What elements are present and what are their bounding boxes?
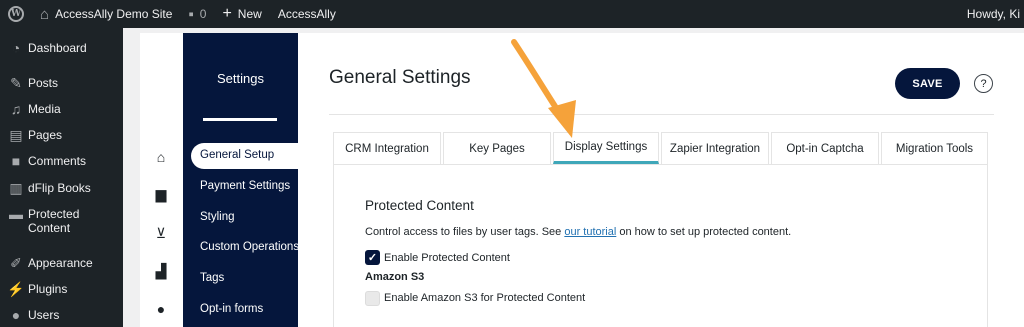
menu-item-posts[interactable]: ✎ Posts bbox=[0, 76, 123, 90]
user-icon: ● bbox=[11, 307, 21, 323]
checkmark-icon: ✓ bbox=[367, 252, 378, 264]
menu-item-dashboard[interactable]: ◔ Dashboard bbox=[0, 41, 123, 55]
menu-label: Pages bbox=[28, 128, 63, 142]
tutorial-link[interactable]: our tutorial bbox=[564, 226, 616, 238]
store-icon[interactable]: ▆ bbox=[150, 186, 172, 203]
new-content-link[interactable]: + New bbox=[214, 0, 269, 28]
menu-item-plugins[interactable]: ⚡ Plugins bbox=[0, 282, 123, 296]
settings-sidebar-title: Settings bbox=[217, 71, 264, 86]
wordpress-menu[interactable]: W bbox=[0, 0, 32, 28]
description-text-end: on how to set up protected content. bbox=[616, 226, 792, 238]
enable-protected-content-checkbox[interactable]: ✓ bbox=[365, 250, 380, 265]
chart-icon[interactable]: ▟ bbox=[150, 263, 172, 280]
enable-amazon-s3-checkbox[interactable] bbox=[365, 291, 380, 306]
settings-title-rule bbox=[203, 118, 277, 121]
settings-nav-general-setup[interactable]: General Setup bbox=[200, 149, 274, 161]
howdy-text: Howdy, Ki bbox=[966, 7, 1020, 21]
settings-nav-tags[interactable]: Tags bbox=[200, 272, 224, 284]
new-label: New bbox=[237, 7, 262, 21]
comments-count: 0 bbox=[199, 7, 207, 21]
pin-icon: ✎ bbox=[10, 75, 22, 91]
comments-link[interactable]: ▪ 0 bbox=[180, 0, 214, 28]
admin-bar: W ⌂ AccessAlly Demo Site ▪ 0 + New Acces… bbox=[0, 0, 1024, 28]
menu-label: Plugins bbox=[28, 282, 68, 296]
settings-nav-payment-settings[interactable]: Payment Settings bbox=[200, 180, 290, 192]
tab-zapier-integration[interactable]: Zapier Integration bbox=[661, 132, 769, 164]
annotation-arrow bbox=[511, 39, 576, 138]
account-menu[interactable]: Howdy, Ki bbox=[967, 0, 1024, 28]
menu-label: Media bbox=[28, 102, 61, 116]
plus-icon: + bbox=[222, 5, 232, 22]
admin-menu: ◔ Dashboard ✎ Posts ♫ Media ▤ Pages ■ Co… bbox=[0, 28, 123, 327]
menu-label: Users bbox=[28, 308, 60, 322]
menu-item-comments[interactable]: ■ Comments bbox=[0, 154, 123, 168]
media-icon: ♫ bbox=[10, 101, 22, 117]
pages-icon: ▤ bbox=[9, 127, 23, 143]
tab-opt-in-captcha[interactable]: Opt-in Captcha bbox=[771, 132, 879, 164]
tab-migration-tools[interactable]: Migration Tools bbox=[881, 132, 988, 164]
site-name-link[interactable]: ⌂ AccessAlly Demo Site bbox=[32, 0, 180, 28]
brush-icon: ✐ bbox=[10, 255, 22, 271]
menu-label: Dashboard bbox=[28, 41, 87, 55]
menu-label: Comments bbox=[28, 154, 87, 168]
menu-item-pages[interactable]: ▤ Pages bbox=[0, 128, 123, 142]
menu-item-protected-content[interactable]: ▬ Protected Content bbox=[0, 207, 123, 235]
plugin-icon-column: ⌂ ▆ ⊻ ▟ ● bbox=[140, 33, 183, 327]
help-icon[interactable]: ? bbox=[974, 74, 993, 93]
plug-icon: ⚡ bbox=[7, 281, 25, 297]
description-text: Control access to files by user tags. Se… bbox=[365, 226, 565, 238]
settings-nav-styling[interactable]: Styling bbox=[200, 211, 235, 223]
settings-nav-custom-operations[interactable]: Custom Operations bbox=[200, 241, 299, 253]
home-icon: ⌂ bbox=[40, 5, 50, 23]
menu-item-dflip-books[interactable]: ▥ dFlip Books bbox=[0, 181, 123, 195]
amazon-s3-title: Amazon S3 bbox=[365, 271, 425, 283]
accessally-link[interactable]: AccessAlly bbox=[270, 0, 344, 28]
menu-label: Appearance bbox=[28, 256, 93, 270]
comment-icon: ▪ bbox=[188, 5, 194, 23]
menu-label: dFlip Books bbox=[28, 181, 91, 195]
menu-label: Posts bbox=[28, 76, 59, 90]
header-divider bbox=[329, 114, 994, 115]
section-title: Protected Content bbox=[365, 198, 474, 213]
book-icon: ▥ bbox=[9, 180, 23, 196]
site-name: AccessAlly Demo Site bbox=[55, 7, 173, 21]
section-description: Control access to files by user tags. Se… bbox=[365, 226, 791, 238]
page-title: General Settings bbox=[329, 67, 471, 88]
save-button[interactable]: SAVE bbox=[895, 68, 960, 99]
settings-nav-opt-in-forms[interactable]: Opt-in forms bbox=[200, 303, 263, 315]
gauge-icon: ◔ bbox=[11, 40, 21, 56]
menu-item-users[interactable]: ● Users bbox=[0, 308, 123, 322]
arrow-shaft bbox=[511, 39, 563, 117]
enable-protected-content-label[interactable]: Enable Protected Content bbox=[384, 252, 510, 264]
menu-item-appearance[interactable]: ✐ Appearance bbox=[0, 256, 123, 270]
comment-icon: ■ bbox=[11, 153, 21, 169]
cart-icon[interactable]: ⊻ bbox=[150, 225, 172, 242]
person-icon[interactable]: ● bbox=[150, 301, 172, 317]
settings-sidebar: Settings General Setup Payment Settings … bbox=[183, 33, 299, 327]
enable-amazon-s3-label[interactable]: Enable Amazon S3 for Protected Content bbox=[384, 292, 585, 304]
folder-icon: ▬ bbox=[9, 206, 23, 222]
accessally-label: AccessAlly bbox=[277, 7, 336, 21]
menu-label: Protected Content bbox=[28, 207, 80, 235]
home-icon[interactable]: ⌂ bbox=[150, 149, 172, 165]
tab-crm-integration[interactable]: CRM Integration bbox=[333, 132, 441, 164]
menu-item-media[interactable]: ♫ Media bbox=[0, 102, 123, 116]
wordpress-logo-icon: W bbox=[8, 6, 24, 22]
